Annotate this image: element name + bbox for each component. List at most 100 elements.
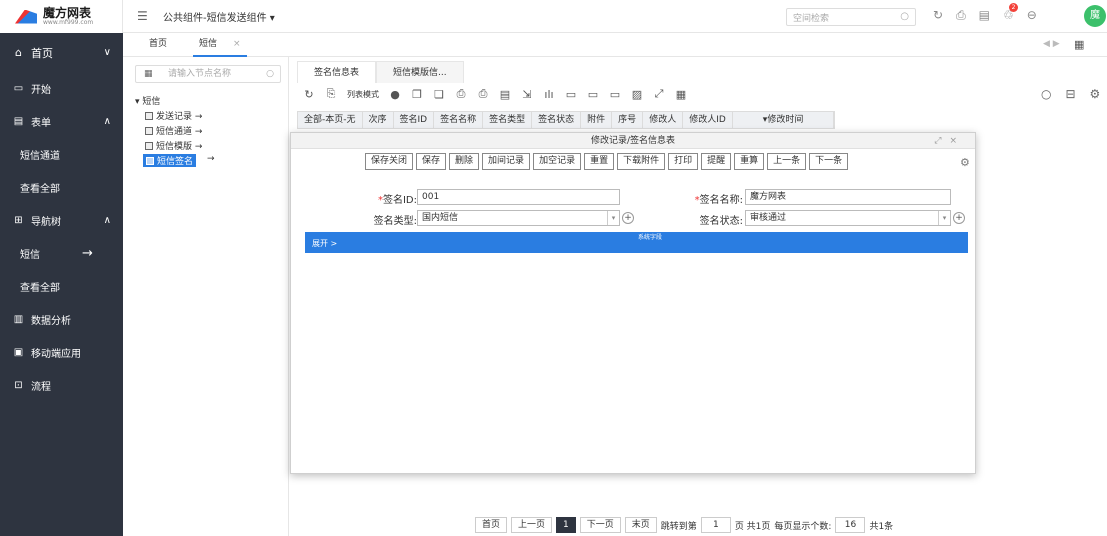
refresh-icon[interactable]: ↻ <box>303 88 315 101</box>
next-record-button[interactable]: 下一条 <box>809 153 849 170</box>
doc-icon[interactable]: ▤ <box>499 88 511 101</box>
chart-icon[interactable]: ılı <box>543 88 555 101</box>
copy-icon[interactable]: ❐ <box>411 88 423 101</box>
settings-icon[interactable]: ⚙ <box>1090 87 1101 101</box>
next-page-button[interactable]: 下一页 <box>579 517 621 533</box>
col-order[interactable]: 次序 <box>363 112 394 128</box>
col-serial[interactable]: 序号 <box>612 112 644 128</box>
gear-icon[interactable]: ⚙ <box>960 156 970 169</box>
col-sign-status[interactable]: 签名状态 <box>532 112 582 128</box>
add-option-icon[interactable]: + <box>953 212 965 224</box>
image-icon[interactable]: ▨ <box>631 88 643 101</box>
tab-scroll-arrows-icon[interactable]: ◀ ▶ <box>1043 39 1060 49</box>
subtab-signature-info[interactable]: 签名信息表 <box>297 61 377 83</box>
list-mode-select[interactable]: 列表模式 <box>347 89 379 100</box>
close-icon[interactable]: × <box>233 39 241 49</box>
page-size-input[interactable]: 16 <box>835 517 866 533</box>
refresh-icon[interactable]: ↻ <box>933 8 943 23</box>
sign-type-select[interactable]: 国内短信 ▾ <box>417 210 620 226</box>
layout-icon[interactable]: ▦ <box>675 88 687 101</box>
tree-node-sms-signature[interactable]: 短信签名 <box>143 154 197 167</box>
reset-button[interactable]: 重置 <box>584 153 615 170</box>
page-1-button[interactable]: 1 <box>556 517 576 533</box>
nav-item-form[interactable]: ▤ 表单 ∧ <box>0 105 123 138</box>
save-close-button[interactable]: 保存关闭 <box>365 153 414 170</box>
col-attachment[interactable]: 附件 <box>581 112 613 128</box>
tree-search-input[interactable]: ▦ 请输入节点名称 ○ <box>135 65 281 83</box>
add-option-icon[interactable]: + <box>622 212 634 224</box>
add-icon[interactable]: ● <box>389 88 401 101</box>
nav-sub-sms-channel[interactable]: 短信通道 <box>0 138 123 171</box>
nav-sub-sms[interactable]: 短信 → <box>0 237 123 270</box>
print-icon[interactable]: ⎙ <box>956 8 966 23</box>
nav-item-mobile-app[interactable]: ▣ 移动端应用 <box>0 336 123 369</box>
sign-status-select[interactable]: 审核通过 ▾ <box>745 210 951 226</box>
maximize-icon[interactable]: ⤢ <box>934 136 949 146</box>
nav-item-start[interactable]: ▭ 开始 <box>0 72 123 105</box>
print-preview-icon[interactable]: ⎙ <box>477 87 489 100</box>
add-empty-button[interactable]: 加空记录 <box>533 153 582 170</box>
print-button[interactable]: 打印 <box>668 153 699 170</box>
sign-name-field[interactable]: 魔方网表 <box>745 189 951 205</box>
subtab-template-info[interactable]: 短信模版信... <box>376 61 464 83</box>
nav-sub-view-all-2[interactable]: 查看全部 <box>0 270 123 303</box>
export-icon[interactable]: ⎘ <box>325 87 337 100</box>
logo[interactable]: 魔方网表 www.mf999.com <box>0 0 123 33</box>
col-modifier[interactable]: 修改人 <box>643 112 684 128</box>
search-icon[interactable]: ○ <box>900 11 909 22</box>
nav-item-flow[interactable]: ⊡ 流程 <box>0 369 123 402</box>
file-icon[interactable]: ▭ <box>565 88 577 101</box>
jump-page-input[interactable]: 1 <box>700 517 731 533</box>
tab-home[interactable]: 首页 <box>143 33 173 57</box>
more-icon[interactable]: ⊖ <box>1027 8 1037 23</box>
col-select-all[interactable]: 全部-本页-无 <box>298 112 363 128</box>
space-search-input[interactable]: 空间检索 ○ <box>786 8 916 26</box>
tab-sms[interactable]: 短信 × <box>193 33 247 57</box>
prev-record-button[interactable]: 上一条 <box>767 153 807 170</box>
grid-icon[interactable]: ▦ <box>1074 38 1084 51</box>
recalculate-button[interactable]: 重算 <box>734 153 765 170</box>
sign-id-field[interactable]: 001 <box>417 189 620 205</box>
menu-toggle-icon[interactable]: ☰ <box>137 9 151 23</box>
col-sign-name[interactable]: 签名名称 <box>434 112 484 128</box>
col-modifier-id[interactable]: 修改人ID <box>683 112 733 128</box>
chevron-down-icon[interactable]: ▾ <box>938 211 950 225</box>
avatar[interactable]: 魔 <box>1084 5 1106 27</box>
col-sign-type[interactable]: 签名类型 <box>483 112 533 128</box>
add-between-button[interactable]: 加间记录 <box>482 153 531 170</box>
nav-item-home[interactable]: ⌂ 首页 ∨ <box>0 33 123 72</box>
breadcrumb[interactable]: 公共组件-短信发送组件 ▾ <box>163 9 275 24</box>
prev-page-button[interactable]: 上一页 <box>511 517 553 533</box>
message-icon[interactable]: ▤ <box>979 8 990 23</box>
search-icon[interactable]: ○ <box>1041 87 1051 101</box>
close-icon[interactable]: × <box>949 136 965 146</box>
fullscreen-icon[interactable]: ⤢ <box>653 87 665 100</box>
delete-button[interactable]: 删除 <box>449 153 480 170</box>
col-modified-time[interactable]: ▾修改时间 <box>733 112 835 128</box>
file-add-icon[interactable]: ▭ <box>587 88 599 101</box>
save-button[interactable]: 保存 <box>416 153 447 170</box>
nav-item-nav-tree[interactable]: ⊞ 导航树 ∧ <box>0 204 123 237</box>
print-icon[interactable]: ⎙ <box>455 87 467 100</box>
arrow-right-icon[interactable]: → <box>207 154 215 164</box>
search-icon[interactable]: ○ <box>266 66 274 82</box>
grid-icon: ▦ <box>144 69 153 79</box>
col-sign-id[interactable]: 签名ID <box>394 112 435 128</box>
chevron-down-icon[interactable]: ▾ <box>607 211 619 225</box>
edit-icon[interactable]: ❏ <box>433 88 445 101</box>
filter-icon[interactable]: ⊟ <box>1065 87 1075 101</box>
remind-button[interactable]: 提醒 <box>701 153 732 170</box>
tree-node-sms-template[interactable]: 短信模版 → <box>145 139 202 152</box>
tree-node-send-log[interactable]: 发送记录 → <box>145 109 202 122</box>
nav-sub-view-all[interactable]: 查看全部 <box>0 171 123 204</box>
tree-node-sms-channel[interactable]: 短信通道 → <box>145 124 202 137</box>
expand-toggle[interactable]: 展开 > <box>312 238 337 249</box>
nav-item-data-analysis[interactable]: ▥ 数据分析 <box>0 303 123 336</box>
expand-system-fields-bar[interactable]: 展开 > 系统字段 <box>305 232 968 253</box>
download-attachment-button[interactable]: 下载附件 <box>617 153 666 170</box>
last-page-button[interactable]: 末页 <box>624 517 657 533</box>
first-page-button[interactable]: 首页 <box>475 517 508 533</box>
file-edit-icon[interactable]: ▭ <box>609 88 621 101</box>
import-icon[interactable]: ⇲ <box>521 88 533 101</box>
tree-root[interactable]: ▾ 短信 <box>135 94 160 107</box>
